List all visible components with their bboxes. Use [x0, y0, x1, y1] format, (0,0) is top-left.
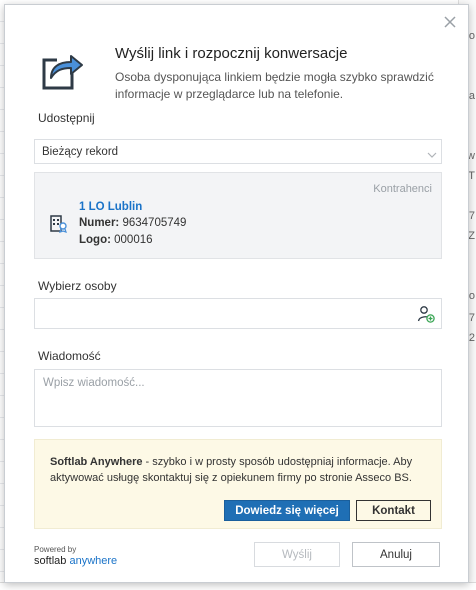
- dialog-subtitle: Osoba dysponująca linkiem będzie mogła s…: [115, 70, 434, 101]
- dialog-header: Wyślij link i rozpocznij konwersacje Oso…: [41, 41, 448, 103]
- contact-button[interactable]: Kontakt: [356, 500, 431, 521]
- message-label: Wiadomość: [38, 349, 101, 363]
- dialog-title: Wyślij link i rozpocznij konwersacje: [115, 45, 348, 62]
- promo-brand: Softlab Anywhere: [50, 456, 143, 468]
- record-name-link[interactable]: 1 LO Lublin: [79, 201, 142, 213]
- background-text: 2: [468, 332, 475, 344]
- record-category: Kontrahenci: [373, 183, 432, 195]
- share-scope-select[interactable]: Bieżący rekord: [34, 139, 442, 164]
- background-text: T: [468, 170, 475, 182]
- record-number: Numer: 9634705749: [79, 217, 186, 229]
- record-number-value: 9634705749: [122, 217, 187, 229]
- brand-logo: softlab anywhere: [34, 555, 117, 568]
- share-label: Udostępnij: [38, 111, 95, 125]
- record-card: Kontrahenci 1 LO Lublin Numer: 963470574…: [34, 172, 442, 259]
- record-logo-value: 000016: [114, 234, 153, 246]
- record-logo: Logo: 000016: [79, 234, 153, 246]
- persons-input[interactable]: [34, 298, 442, 329]
- close-icon[interactable]: [442, 14, 458, 30]
- brand-anywhere: anywhere: [69, 555, 118, 567]
- background-text: o: [468, 290, 475, 302]
- promo-banner: Softlab Anywhere - szybko i w prosty spo…: [34, 439, 442, 529]
- background-text: 7: [468, 210, 475, 222]
- share-scope-value: Bieżący rekord: [42, 146, 119, 158]
- background-text: o: [468, 30, 475, 42]
- building-icon: [50, 213, 68, 233]
- record-logo-label: Logo:: [79, 234, 111, 246]
- background-text: Z: [468, 230, 475, 242]
- learn-more-button[interactable]: Dowiedz się więcej: [224, 500, 350, 521]
- share-icon: [41, 47, 85, 91]
- cancel-button[interactable]: Anuluj: [352, 542, 440, 567]
- background-text: 7: [468, 312, 475, 324]
- background-bottom-bar: [0, 582, 476, 590]
- powered-by-brand: Powered by softlab anywhere: [34, 545, 117, 568]
- powered-by-text: Powered by: [34, 545, 77, 554]
- brand-softlab: softlab: [34, 555, 67, 567]
- chevron-down-icon: [427, 148, 437, 162]
- record-number-label: Numer:: [79, 217, 120, 229]
- promo-text: Softlab Anywhere - szybko i w prosty spo…: [50, 454, 430, 486]
- send-button[interactable]: Wyślij: [254, 542, 340, 567]
- persons-label: Wybierz osoby: [38, 279, 117, 293]
- message-textarea[interactable]: [34, 369, 442, 427]
- background-text: a: [468, 90, 475, 102]
- share-link-dialog: Wyślij link i rozpocznij konwersacje Oso…: [4, 4, 469, 583]
- add-person-icon[interactable]: [417, 305, 435, 323]
